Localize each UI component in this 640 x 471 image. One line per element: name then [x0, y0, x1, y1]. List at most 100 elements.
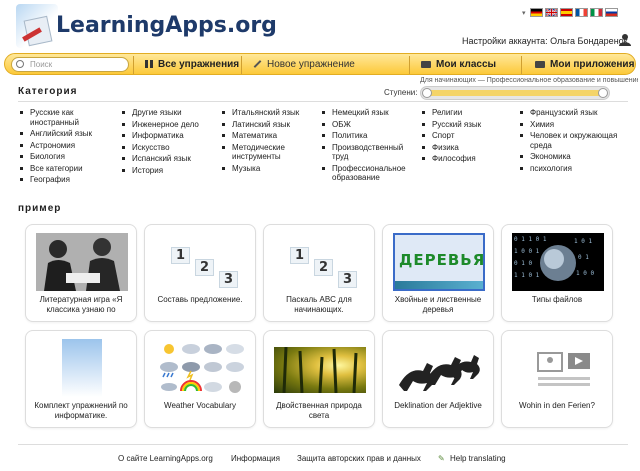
category-link[interactable]: Религии — [420, 108, 518, 118]
example-card[interactable]: Weather Vocabulary — [144, 330, 256, 428]
slider-right-handle[interactable] — [598, 88, 608, 98]
card-thumbnail — [274, 347, 366, 393]
svg-text:0 1: 0 1 — [578, 254, 589, 261]
example-card[interactable]: ДЕРЕВЬЯ Хвойные и лиственные деревья — [382, 224, 494, 322]
category-link[interactable]: Астрономия — [18, 141, 116, 151]
trees-thumb-text: ДЕРЕВЬЯ — [399, 251, 485, 269]
nav-divider — [133, 56, 134, 74]
card-label: Двойственная природа света — [276, 401, 362, 420]
svg-text:1 0 0 1: 1 0 0 1 — [514, 248, 540, 255]
category-link[interactable]: Методические инструменты — [220, 143, 318, 162]
logo-icon — [16, 4, 58, 48]
category-link[interactable]: Математика — [220, 131, 318, 141]
category-link[interactable]: Спорт — [420, 131, 518, 141]
card-thumbnail — [155, 339, 247, 397]
search-icon — [16, 60, 24, 68]
card-thumbnail — [36, 233, 128, 291]
card-thumbnail — [393, 339, 485, 397]
footer-info-link[interactable]: Информация — [231, 454, 280, 463]
card-label: Типы файлов — [531, 295, 583, 304]
slider-fill — [425, 90, 605, 96]
footer-copyright-link[interactable]: Защита авторских прав и данных — [297, 454, 421, 463]
category-column: Немецкий язык ОБЖ Политика Производствен… — [320, 108, 418, 185]
category-link[interactable]: Философия — [420, 154, 518, 164]
category-link[interactable]: Химия — [518, 120, 628, 130]
header: LearningApps.org ▾ Настройки аккаунта: О… — [0, 0, 640, 50]
example-card[interactable]: 1 2 3 Составь предложение. — [144, 224, 256, 322]
category-link[interactable]: География — [18, 175, 116, 185]
footer-help-translating-link[interactable]: Help translating — [450, 454, 506, 463]
card-label: Хвойные и лиственные деревья — [394, 295, 482, 314]
flag-it-icon[interactable] — [589, 8, 603, 17]
category-link[interactable]: Все категории — [18, 164, 116, 174]
card-thumbnail: 1 2 3 — [274, 233, 366, 291]
card-thumbnail: ДЕРЕВЬЯ — [393, 233, 485, 291]
flag-de-icon[interactable] — [529, 8, 543, 17]
nav-new-exercise[interactable]: Новое упражнение — [253, 58, 355, 72]
category-link[interactable]: Информатика — [120, 131, 218, 141]
language-flags: ▾ — [522, 8, 618, 17]
account-settings-link[interactable]: Настройки аккаунта: Ольга Бондаренок — [462, 36, 628, 46]
category-link[interactable]: Английский язык — [18, 129, 116, 139]
card-label: Литературная игра «Я классика узнаю по — [39, 295, 123, 314]
example-card[interactable]: Двойственная природа света — [263, 330, 375, 428]
nav-all-exercises[interactable]: Все упражнения — [145, 58, 239, 72]
category-link[interactable]: Экономика — [518, 152, 628, 162]
site-name: LearningApps.org — [56, 13, 277, 38]
category-link[interactable]: История — [120, 166, 218, 176]
category-link[interactable]: Искусство — [120, 143, 218, 153]
category-link[interactable]: Физика — [420, 143, 518, 153]
levels-slider[interactable] — [420, 86, 610, 100]
translate-icon: ✎ — [438, 454, 445, 463]
category-link[interactable]: Музыка — [220, 164, 318, 174]
flag-es-icon[interactable] — [559, 8, 573, 17]
card-label: Составь предложение. — [157, 295, 243, 304]
dropdown-arrow-icon[interactable]: ▾ — [522, 9, 526, 17]
category-link[interactable]: Латинский язык — [220, 120, 318, 130]
category-list: Русские как иностранный Английский язык … — [18, 108, 628, 188]
folder-icon — [535, 60, 545, 68]
site-logo[interactable]: LearningApps.org — [16, 4, 277, 50]
category-link[interactable]: Инженерное дело — [120, 120, 218, 130]
example-card[interactable]: Комплект упражнений по информатике. — [25, 330, 137, 428]
category-link[interactable]: ОБЖ — [320, 120, 418, 130]
example-card[interactable]: Deklination der Adjektive — [382, 330, 494, 428]
category-link[interactable]: психология — [518, 164, 628, 174]
category-link[interactable]: Производственный труд — [320, 143, 418, 162]
flag-fr-icon[interactable] — [574, 8, 588, 17]
card-label: Комплект упражнений по информатике. — [34, 401, 128, 420]
example-card[interactable]: Wohin in den Ferien? — [501, 330, 613, 428]
slider-left-handle[interactable] — [422, 88, 432, 98]
divider — [18, 101, 628, 102]
category-link[interactable]: Французский язык — [518, 108, 628, 118]
nav-my-apps[interactable]: Мои приложения — [535, 58, 634, 72]
category-column: Религии Русский язык Спорт Физика Филосо… — [420, 108, 518, 166]
search-input[interactable]: Поиск — [11, 57, 129, 72]
category-link[interactable]: Русский язык — [420, 120, 518, 130]
category-link[interactable]: Испанский язык — [120, 154, 218, 164]
footer-about-link[interactable]: О сайте LearningApps.org — [118, 454, 213, 463]
category-link[interactable]: Человек и окружающая среда — [518, 131, 628, 150]
category-link[interactable]: Итальянский язык — [220, 108, 318, 118]
nav-divider — [241, 56, 242, 74]
category-link[interactable]: Профессиональное образование — [320, 164, 418, 183]
levels-note: Для начинающих — Профессиональное образо… — [420, 77, 638, 84]
category-link[interactable]: Немецкий язык — [320, 108, 418, 118]
nav-my-classes[interactable]: Мои классы — [421, 58, 496, 72]
card-label: Wohin in den Ferien? — [519, 401, 595, 410]
card-thumbnail: 0 1 1 0 1 1 0 0 1 0 1 0 1 1 0 1 1 0 1 0 1 1 0 … — [512, 233, 604, 291]
flag-ru-icon[interactable] — [604, 8, 618, 17]
svg-text:0 1 1 0 1: 0 1 1 0 1 — [514, 236, 547, 243]
grid-icon — [145, 60, 153, 69]
example-card[interactable]: 0 1 1 0 1 1 0 0 1 0 1 0 1 1 0 1 1 0 1 0 1 1 0 … — [501, 224, 613, 322]
category-link[interactable]: Политика — [320, 131, 418, 141]
category-link[interactable]: Русские как иностранный — [18, 108, 116, 127]
footer-divider — [18, 444, 628, 445]
flag-gb-icon[interactable] — [544, 8, 558, 17]
category-link[interactable]: Биология — [18, 152, 116, 162]
example-card[interactable]: 1 2 3 Паскаль ABC для начинающих. — [263, 224, 375, 322]
example-card[interactable]: Литературная игра «Я классика узнаю по — [25, 224, 137, 322]
levels-label: Ступени: — [384, 88, 418, 97]
category-link[interactable]: Другие языки — [120, 108, 218, 118]
user-icon[interactable] — [619, 33, 631, 46]
